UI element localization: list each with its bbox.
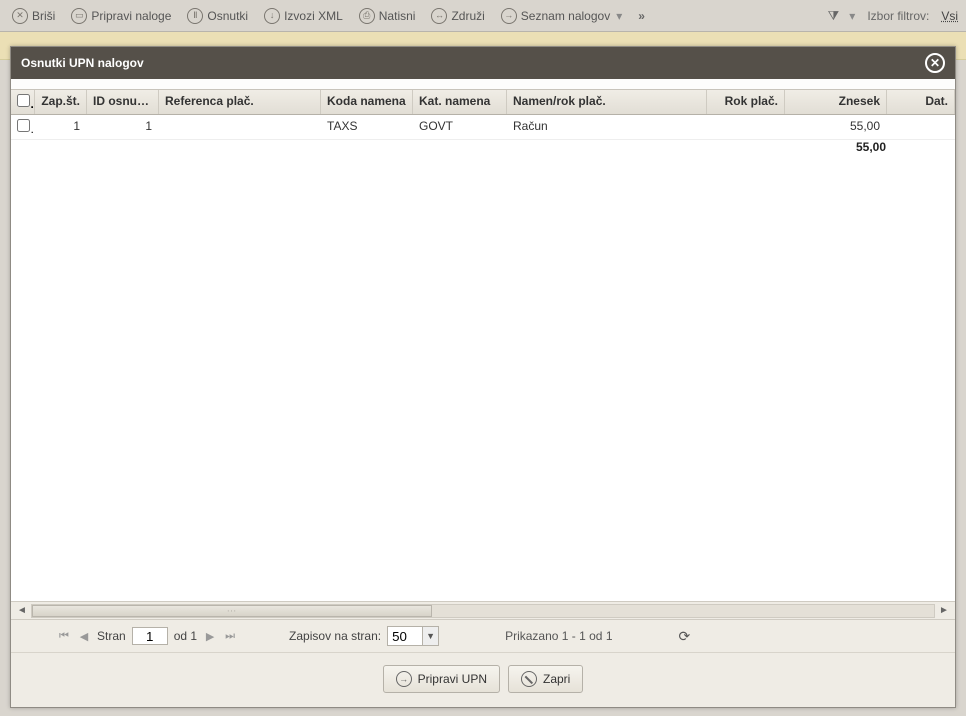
filter-icon[interactable]: ⧩ [828,8,840,24]
next-page-button[interactable]: ▶ [203,630,217,643]
header-id[interactable]: ID osnutka [87,90,159,114]
scroll-right-icon[interactable]: ► [937,604,951,618]
page-input[interactable] [132,627,168,645]
grid-total-row: 55,00 [11,140,955,154]
page-of-label: od 1 [174,629,197,643]
delete-label: Briši [32,9,55,23]
page-size-input[interactable] [388,627,422,645]
cell-namen: Račun [507,115,707,139]
chevron-down-icon[interactable]: ▾ [849,9,855,23]
header-checkbox[interactable] [11,90,35,114]
prev-page-button[interactable]: ◀ [77,630,91,643]
total-znesek: 55,00 [785,140,887,154]
filter-all-link[interactable]: Vsi [941,9,958,23]
page-size-label: Zapisov na stran: [289,629,381,643]
close-label: Zapri [543,672,570,686]
cell-kat: GOVT [413,115,507,139]
select-all-checkbox[interactable] [17,94,30,107]
x-icon: ✕ [12,8,28,24]
prepare-orders-button[interactable]: ▭ Pripravi naloge [67,6,175,26]
cell-zap: 1 [35,115,87,139]
first-page-button[interactable]: ⏮ [57,630,71,643]
close-icon[interactable]: ✕ [925,53,945,73]
cell-rok [707,115,785,139]
export-xml-button[interactable]: ↓ Izvozi XML [260,6,347,26]
last-page-button[interactable]: ⏭ [223,630,237,643]
prepare-orders-label: Pripravi naloge [91,9,171,23]
page-size-combo[interactable]: ▼ [387,626,439,646]
print-icon: ⎙ [359,8,375,24]
row-checkbox-cell[interactable] [11,115,35,139]
scroll-thumb[interactable]: ∙∙∙ [32,605,432,617]
filter-select-label: Izbor filtrov: [867,9,929,23]
overflow-button[interactable]: » [634,9,649,23]
row-checkbox[interactable] [17,119,30,132]
pause-icon: Ⅱ [187,8,203,24]
arrow-right-icon: → [501,8,517,24]
modal-actions: → Pripravi UPN Zapri [11,652,955,707]
cancel-icon [521,671,537,687]
refresh-icon[interactable]: ⟳ [679,628,691,645]
chevron-down-icon: ▾ [616,9,622,23]
merge-icon: ↔ [431,8,447,24]
cell-znesek: 55,00 [785,115,887,139]
paging-status: Prikazano 1 - 1 od 1 [505,629,612,643]
drafts-button[interactable]: Ⅱ Osnutki [183,6,252,26]
cell-dat [887,115,955,139]
header-koda[interactable]: Koda namena [321,90,413,114]
cell-koda: TAXS [321,115,413,139]
header-znesek[interactable]: Znesek [785,90,887,114]
table-row[interactable]: 1 1 TAXS GOVT Račun 55,00 [11,115,955,140]
order-list-button[interactable]: → Seznam nalogov ▾ [497,6,626,26]
header-dat[interactable]: Dat. [887,90,955,114]
header-ref[interactable]: Referenca plač. [159,90,321,114]
header-zap[interactable]: Zap.št. [35,90,87,114]
paging-bar: ⏮ ◀ Stran od 1 ▶ ⏭ Zapisov na stran: ▼ P… [11,619,955,652]
drafts-label: Osnutki [207,9,248,23]
export-icon: ↓ [264,8,280,24]
chevron-down-icon[interactable]: ▼ [422,627,438,645]
prepare-upn-button[interactable]: → Pripravi UPN [383,665,500,693]
scroll-left-icon[interactable]: ◄ [15,604,29,618]
cell-id: 1 [87,115,159,139]
print-label: Natisni [379,9,416,23]
modal-header: Osnutki UPN nalogov ✕ [11,47,955,79]
horizontal-scrollbar[interactable]: ◄ ∙∙∙ ► [11,601,955,619]
prepare-upn-label: Pripravi UPN [418,672,487,686]
scroll-track[interactable]: ∙∙∙ [31,604,935,618]
header-kat[interactable]: Kat. namena [413,90,507,114]
page-label: Stran [97,629,126,643]
merge-button[interactable]: ↔ Združi [427,6,488,26]
header-namen[interactable]: Namen/rok plač. [507,90,707,114]
cell-ref [159,115,321,139]
header-rok[interactable]: Rok plač. [707,90,785,114]
modal-title: Osnutki UPN nalogov [21,56,144,70]
print-button[interactable]: ⎙ Natisni [355,6,420,26]
close-button[interactable]: Zapri [508,665,583,693]
arrow-right-icon: → [396,671,412,687]
delete-button[interactable]: ✕ Briši [8,6,59,26]
grid-body: 1 1 TAXS GOVT Račun 55,00 55,00 [11,115,955,601]
grid: Zap.št. ID osnutka Referenca plač. Koda … [11,89,955,652]
export-xml-label: Izvozi XML [284,9,343,23]
grid-header: Zap.št. ID osnutka Referenca plač. Koda … [11,89,955,115]
merge-label: Združi [451,9,484,23]
order-list-label: Seznam nalogov [521,9,610,23]
drafts-modal: Osnutki UPN nalogov ✕ Zap.št. ID osnutka… [10,46,956,708]
main-toolbar: ✕ Briši ▭ Pripravi naloge Ⅱ Osnutki ↓ Iz… [0,0,966,32]
document-icon: ▭ [71,8,87,24]
